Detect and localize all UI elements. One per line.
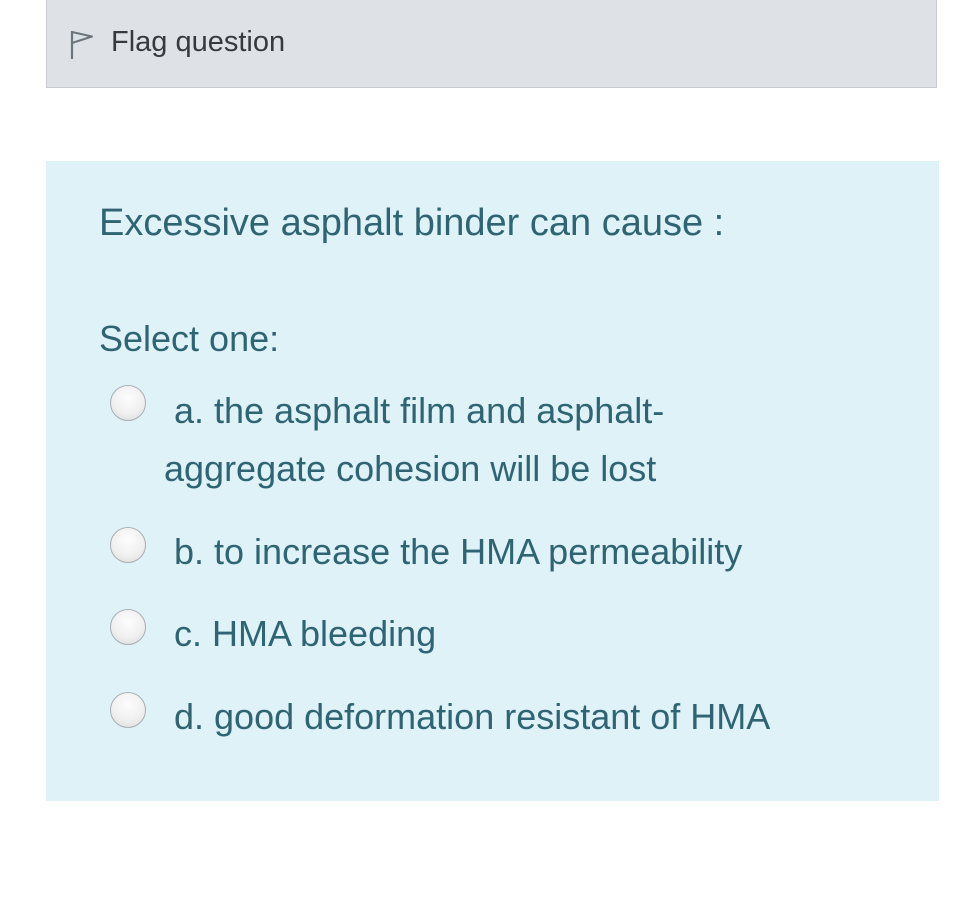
option-b-radio[interactable] xyxy=(110,527,146,563)
select-one-prompt: Select one: xyxy=(99,318,280,359)
flag-question-bar[interactable]: Flag question xyxy=(46,0,937,88)
option-c-label[interactable]: c. HMA bleeding xyxy=(174,605,436,663)
option-a-label-line1[interactable]: a. the asphalt film and asphalt- xyxy=(174,382,664,440)
option-d-radio[interactable] xyxy=(110,692,146,728)
flag-question-link[interactable]: Flag question xyxy=(111,25,285,59)
flag-icon[interactable] xyxy=(69,29,95,61)
question-panel: Excessive asphalt binder can cause : Sel… xyxy=(46,161,939,801)
option-c-radio[interactable] xyxy=(110,609,146,645)
option-a-radio[interactable] xyxy=(110,385,146,421)
option-a-label-line2[interactable]: aggregate cohesion will be lost xyxy=(164,440,656,498)
option-b-label[interactable]: b. to increase the HMA permeability xyxy=(174,523,742,581)
option-d-label[interactable]: d. good deformation resistant of HMA xyxy=(174,688,770,746)
question-text: Excessive asphalt binder can cause : xyxy=(99,202,725,244)
